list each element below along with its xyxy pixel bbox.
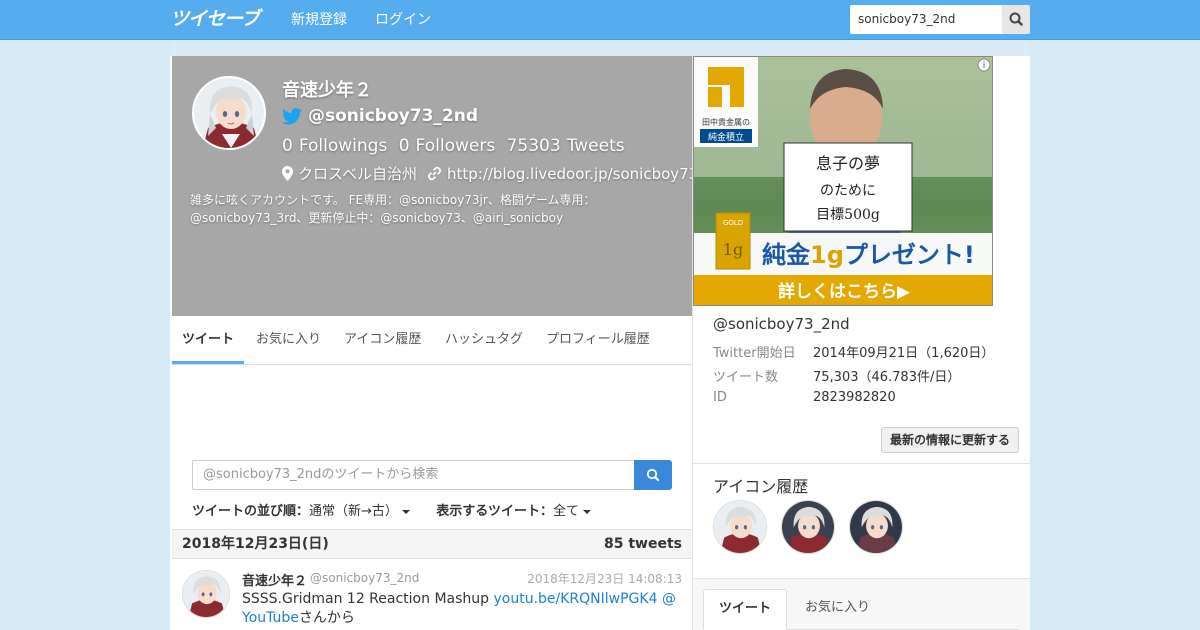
tab-profile-history[interactable]: プロフィール履歴 — [536, 316, 660, 364]
caret-down-icon — [401, 509, 410, 514]
info-key: ツイート数 — [713, 370, 779, 385]
sort-order-value: 通常（新→古） — [309, 504, 398, 519]
tweet-author-handle[interactable]: @sonicboy73_2nd — [310, 571, 419, 585]
profile-header: 音速少年２ @sonicboy73_2nd 0 Followings 0 Follo… — [172, 56, 698, 316]
sidebar-tabs: ツイート お気に入り — [703, 589, 1019, 630]
caret-down-icon — [582, 509, 591, 514]
info-value: 2823982820 — [813, 390, 896, 405]
svg-text:目標500g: 目標500g — [816, 207, 880, 223]
tweet-item: 音速少年２ @sonicboy73_2nd 2018年12月23日 14:08:… — [172, 560, 692, 630]
site-logo[interactable]: ツイセーブ — [170, 6, 270, 32]
profile-avatar[interactable] — [192, 76, 266, 150]
ad-image: 田中貴金属の 純金積立 息子の夢 のために 目標500g GOLD 1g 純金1… — [694, 57, 992, 305]
followings-count: 0 — [282, 136, 293, 156]
avatar-illustration — [183, 571, 229, 617]
nav-register-link[interactable]: 新規登録 — [291, 0, 347, 40]
followers-count: 0 — [398, 136, 410, 156]
sidebar-tab-favorites[interactable]: お気に入り — [790, 589, 885, 630]
twitter-bird-icon — [282, 107, 302, 124]
display-filter-value: 全て — [552, 504, 579, 519]
info-value: 75,303（46.783件/日） — [813, 370, 961, 385]
profile-handle-text: @sonicboy73_2nd — [308, 106, 478, 126]
tab-hashtags[interactable]: ハッシュタグ — [435, 316, 533, 364]
followers-label: Followers — [415, 136, 496, 156]
tweet-text-prefix: SSSS.Gridman 12 Reaction Mashup — [242, 591, 494, 607]
svg-text:1g: 1g — [723, 240, 743, 259]
tweet-author-name[interactable]: 音速少年２ — [242, 570, 307, 589]
svg-text:田中貴金属の: 田中貴金属の — [702, 117, 750, 127]
svg-text:純金積立: 純金積立 — [708, 131, 744, 143]
advertisement-banner[interactable]: 田中貴金属の 純金積立 息子の夢 のために 目標500g GOLD 1g 純金1… — [693, 56, 993, 306]
icon-history-item[interactable] — [781, 500, 835, 554]
avatar-illustration — [850, 501, 902, 553]
profile-stats: 0 Followings 0 Followers 75303 Tweets — [282, 136, 631, 156]
date-header: 2018年12月23日(日) 85 tweets — [172, 529, 692, 559]
icon-history-item[interactable] — [713, 500, 767, 554]
svg-text:i: i — [983, 61, 986, 71]
tweet-timestamp[interactable]: 2018年12月23日 14:08:13 — [527, 570, 682, 587]
tab-icon-history[interactable]: アイコン履歴 — [334, 316, 431, 364]
tweet-search-input[interactable]: @sonicboy73_2ndのツイートから検索 — [192, 460, 635, 490]
icon-history-title: アイコン履歴 — [713, 477, 809, 496]
svg-text:詳しくはこちら▶: 詳しくはこちら▶ — [778, 281, 911, 302]
icon-history-item[interactable] — [849, 500, 903, 554]
search-icon — [646, 468, 660, 482]
svg-text:GOLD: GOLD — [723, 219, 743, 227]
tweet-text: SSSS.Gridman 12 Reaction Mashup youtu.be… — [242, 590, 682, 628]
sidebar-divider — [693, 463, 1030, 464]
profile-url-link[interactable]: http://blog.livedoor.jp/sonicboy73 — [447, 165, 698, 183]
tweet-text-suffix: さんから — [298, 610, 355, 626]
info-key: Twitter開始日 — [713, 346, 796, 361]
tweet-link-youtube[interactable]: youtu.be/KRQNIlwPGK4 — [493, 591, 657, 607]
profile-location: クロスベル自治州 — [298, 165, 417, 183]
tweet-avatar[interactable] — [182, 570, 230, 618]
refresh-info-button[interactable]: 最新の情報に更新する — [881, 427, 1019, 453]
tab-tweets[interactable]: ツイート — [172, 316, 245, 364]
tweets-label: Tweets — [566, 136, 625, 156]
avatar-illustration — [714, 501, 766, 553]
sidebar-tab-tweets[interactable]: ツイート — [703, 589, 788, 630]
tab-favorites[interactable]: お気に入り — [246, 316, 331, 364]
sidebar-handle: @sonicboy73_2nd — [713, 315, 850, 333]
nav-search-button[interactable] — [1002, 5, 1030, 34]
content-tabs: ツイート お気に入り アイコン履歴 ハッシュタグ プロフィール履歴 — [172, 316, 692, 365]
top-strip — [170, 40, 1030, 56]
avatar-illustration — [194, 78, 264, 148]
info-key: ID — [713, 390, 727, 405]
profile-bio: 雑多に呟くアカウントです。 FE専用：@sonicboy73jr、格闘ゲーム専用… — [190, 193, 596, 225]
svg-text:のために: のために — [820, 183, 876, 199]
sort-order-dropdown[interactable]: ツイートの並び順：通常（新→古） — [192, 504, 410, 519]
nav-search-input[interactable]: sonicboy73_2nd — [850, 5, 1002, 34]
map-marker-icon — [282, 166, 293, 181]
search-icon — [1009, 12, 1023, 26]
display-filter-dropdown[interactable]: 表示するツイート：全て — [436, 504, 591, 519]
profile-location-row: クロスベル自治州 http://blog.livedoor.jp/sonicbo… — [282, 163, 698, 184]
profile-name: 音速少年２ — [282, 80, 372, 101]
link-icon — [427, 166, 441, 181]
tweets-count: 75303 — [506, 136, 561, 156]
date-header-date: 2018年12月23日(日) — [182, 536, 329, 552]
sort-order-label: ツイートの並び順： — [192, 504, 310, 519]
date-header-count: 85 tweets — [604, 536, 682, 552]
tweet-search-button[interactable] — [634, 460, 672, 490]
navbar: ツイセーブ 新規登録 ログイン sonicboy73_2nd — [0, 0, 1200, 40]
svg-text:息子の夢: 息子の夢 — [816, 154, 880, 173]
profile-handle[interactable]: @sonicboy73_2nd — [282, 106, 478, 126]
display-filter-label: 表示するツイート： — [436, 504, 553, 519]
svg-text:純金1gプレゼント!: 純金1gプレゼント! — [762, 241, 975, 269]
nav-login-link[interactable]: ログイン — [375, 0, 431, 40]
info-value: 2014年09月21日（1,620日） — [813, 346, 995, 361]
sort-options-row: ツイートの並び順：通常（新→古） 表示するツイート：全て — [192, 500, 591, 519]
avatar-illustration — [782, 501, 834, 553]
followings-label: Followings — [298, 136, 388, 156]
